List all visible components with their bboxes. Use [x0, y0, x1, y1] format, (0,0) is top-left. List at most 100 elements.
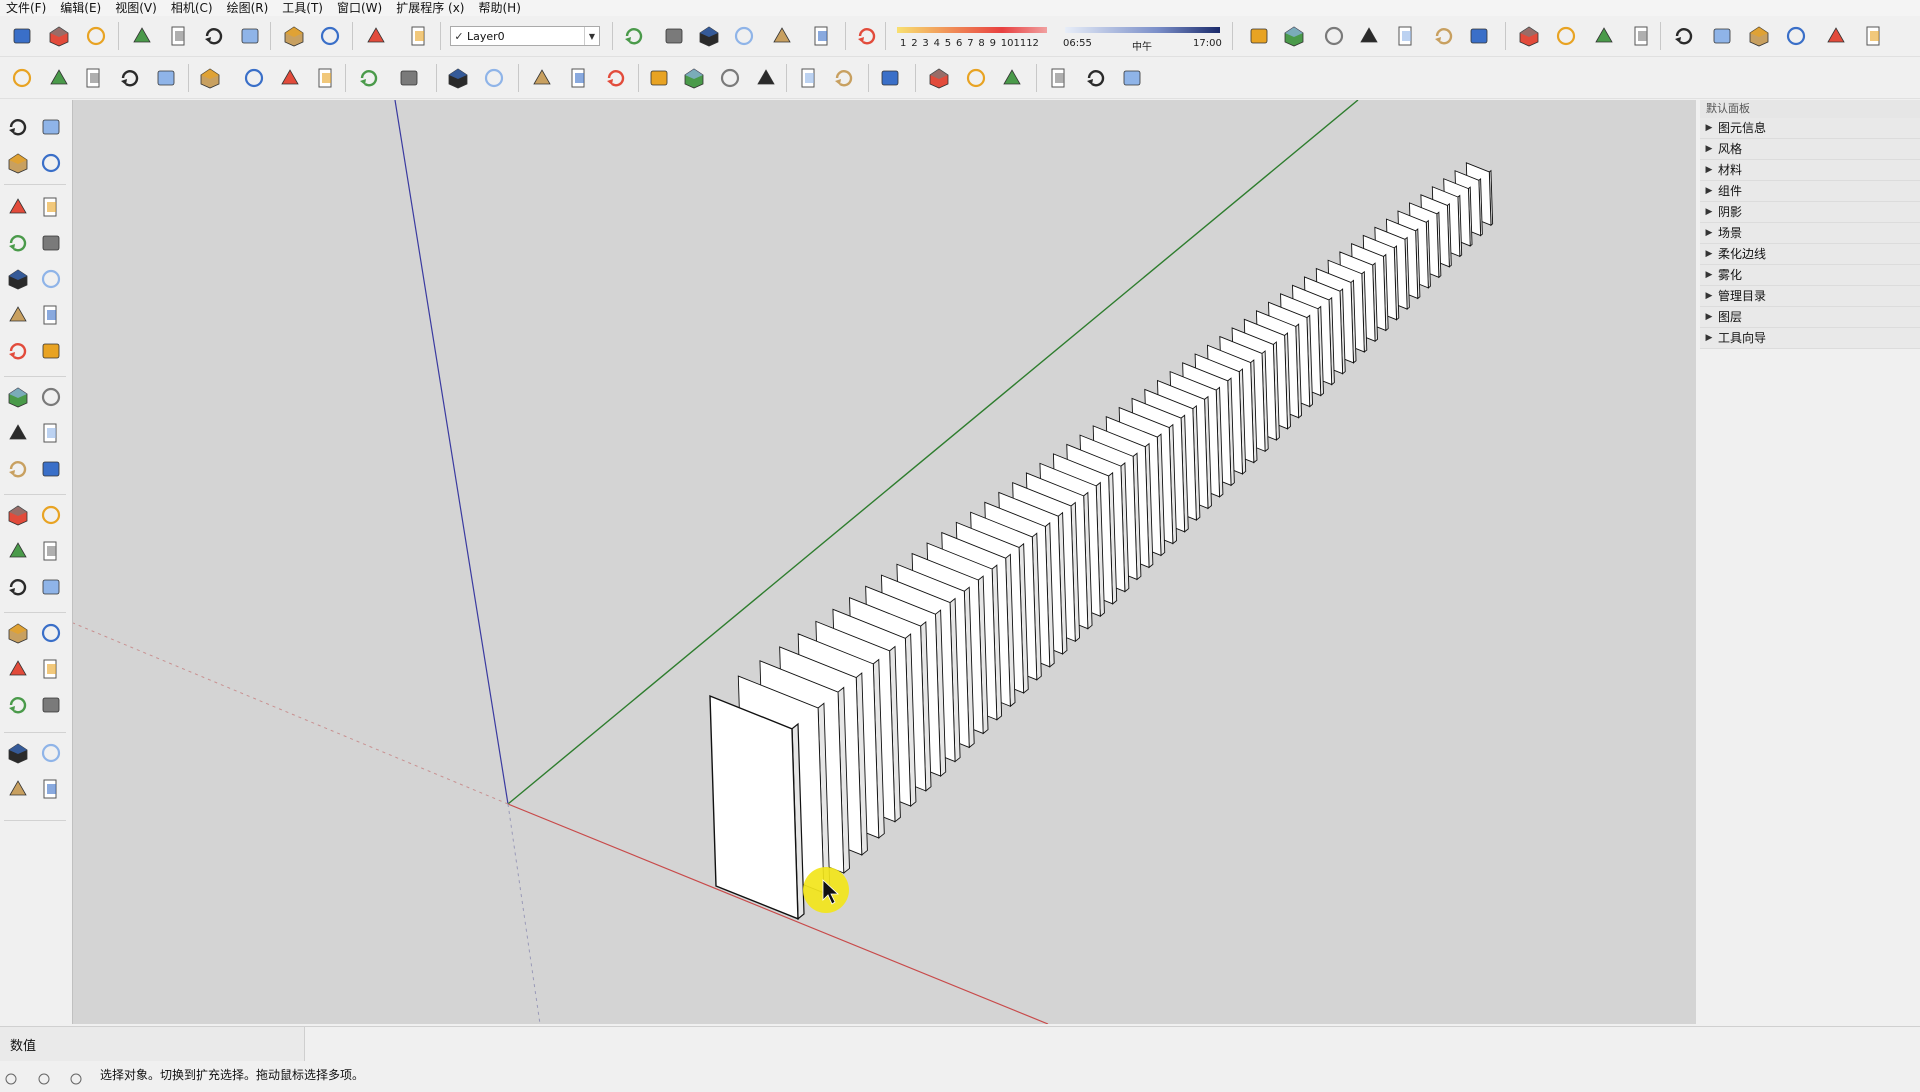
solid-outer-shell-button[interactable] [925, 65, 953, 91]
tray-panel-item[interactable]: ▶ 管理目录 [1700, 286, 1920, 307]
tray-panel-item[interactable]: ▶ 图元信息 [1700, 118, 1920, 139]
copy-button[interactable] [165, 23, 193, 49]
save-button[interactable] [82, 23, 110, 49]
photo-texture-button[interactable] [152, 65, 180, 91]
warehouse-button[interactable] [1822, 23, 1850, 49]
follow-me-tool[interactable] [36, 418, 66, 448]
pencil-tool[interactable] [3, 192, 33, 222]
tray-panel-item[interactable]: ▶ 工具向导 [1700, 328, 1920, 349]
right-view-button[interactable] [1670, 23, 1698, 49]
text-tool[interactable] [36, 536, 66, 566]
walk-tool[interactable] [3, 774, 33, 804]
expand-arrow-icon[interactable]: ▶ [1700, 118, 1718, 138]
grid6-button[interactable] [830, 65, 858, 91]
paste-button[interactable] [200, 23, 228, 49]
paint-bucket-tool[interactable] [3, 148, 33, 178]
open-folder-button[interactable] [45, 23, 73, 49]
tray-panel-item[interactable]: ▶ 风格 [1700, 139, 1920, 160]
layer-manager-button[interactable] [620, 23, 648, 49]
3d-text-tool[interactable] [36, 572, 66, 602]
arc-tool[interactable] [3, 300, 33, 330]
position-camera-tool[interactable] [3, 738, 33, 768]
cut-button[interactable] [128, 23, 156, 49]
tree-button[interactable] [276, 65, 304, 91]
zoom-extents-tool[interactable] [3, 690, 33, 720]
settings-sliders-button[interactable] [395, 65, 423, 91]
house-button[interactable] [1782, 23, 1810, 49]
axes-tool-tool[interactable] [3, 572, 33, 602]
expand-arrow-icon[interactable]: ▶ [1700, 286, 1718, 306]
section-plane-tool-tool[interactable] [36, 774, 66, 804]
rotated-rectangle-tool[interactable] [36, 228, 66, 258]
model-info-button[interactable] [405, 23, 433, 49]
tray-panel-item[interactable]: ▶ 场景 [1700, 223, 1920, 244]
section-cut-button[interactable] [695, 23, 723, 49]
expand-arrow-icon[interactable]: ▶ [1700, 160, 1718, 180]
xray-button[interactable] [1245, 23, 1273, 49]
expand-arrow-icon[interactable]: ▶ [1700, 139, 1718, 159]
hidden-line-button[interactable] [1355, 23, 1383, 49]
undo-button[interactable] [280, 23, 308, 49]
tray-panel-item[interactable]: ▶ 柔化边线 [1700, 244, 1920, 265]
front-view-button[interactable] [1628, 23, 1656, 49]
shaded-button[interactable] [1392, 23, 1420, 49]
menu-item[interactable]: 文件(F) [0, 0, 54, 16]
grid1-button[interactable] [645, 65, 673, 91]
previous-view-tool[interactable] [36, 690, 66, 720]
zoom-tool[interactable] [3, 654, 33, 684]
arrow-tool-button[interactable] [1045, 65, 1073, 91]
left-view-button[interactable] [1745, 23, 1773, 49]
display-cuts-button[interactable] [808, 23, 836, 49]
freehand-tool[interactable] [36, 192, 66, 222]
reload-button[interactable] [45, 65, 73, 91]
layer-dropdown[interactable]: ✓ Layer0 ▼ [450, 26, 600, 46]
push-pull-tool[interactable] [36, 382, 66, 412]
shadow-date-slider[interactable]: 1 2 3 4 5 6 7 8 9 10 11 12 [895, 23, 1047, 51]
extension-warehouse-button[interactable] [1860, 23, 1888, 49]
ruby-console-button[interactable] [1082, 65, 1110, 91]
tray-panel-item[interactable]: ▶ 材料 [1700, 160, 1920, 181]
back-view-button[interactable] [1708, 23, 1736, 49]
display-section-button[interactable] [768, 23, 796, 49]
doc3-button[interactable] [602, 65, 630, 91]
expand-arrow-icon[interactable]: ▶ [1700, 223, 1718, 243]
select-tool[interactable] [3, 112, 33, 142]
print-button[interactable] [362, 23, 390, 49]
zoom-window-tool[interactable] [36, 654, 66, 684]
protractor-tool[interactable] [3, 536, 33, 566]
component-button[interactable] [8, 65, 36, 91]
rectangle-tool[interactable] [3, 228, 33, 258]
orbit-tool[interactable] [3, 618, 33, 648]
new-file-button[interactable] [8, 23, 36, 49]
menu-item[interactable]: 帮助(H) [472, 0, 528, 16]
solid-intersect-button[interactable] [962, 65, 990, 91]
expand-arrow-icon[interactable]: ▶ [1700, 307, 1718, 327]
three-point-arc-tool[interactable] [3, 336, 33, 366]
move-tool[interactable] [3, 382, 33, 412]
menu-item[interactable]: 工具(T) [276, 0, 331, 16]
grid5-button[interactable] [795, 65, 823, 91]
sandbox-button[interactable] [80, 65, 108, 91]
tray-panel-item[interactable]: ▶ 图层 [1700, 307, 1920, 328]
panel-array[interactable] [709, 162, 1494, 921]
offset-tool[interactable] [36, 454, 66, 484]
tray-panel-item[interactable]: ▶ 组件 [1700, 181, 1920, 202]
menu-item[interactable]: 相机(C) [165, 0, 221, 16]
comment-button[interactable] [444, 65, 472, 91]
wireframe-button[interactable] [1320, 23, 1348, 49]
look-around-tool[interactable] [36, 738, 66, 768]
scale-tool[interactable] [3, 454, 33, 484]
panel[interactable] [709, 694, 805, 921]
ruby-run-button[interactable] [1118, 65, 1146, 91]
solid-union-button[interactable] [998, 65, 1026, 91]
circle-tool[interactable] [3, 264, 33, 294]
make-component-tool[interactable] [36, 112, 66, 142]
expand-arrow-icon[interactable]: ▶ [1700, 265, 1718, 285]
shadow-toggle-button[interactable] [853, 23, 881, 49]
info-button[interactable] [480, 65, 508, 91]
expand-arrow-icon[interactable]: ▶ [1700, 244, 1718, 264]
grid2-button[interactable] [680, 65, 708, 91]
two-point-arc-tool[interactable] [36, 300, 66, 330]
tray-panel-item[interactable]: ▶ 雾化 [1700, 265, 1920, 286]
monochrome-button[interactable] [1465, 23, 1493, 49]
